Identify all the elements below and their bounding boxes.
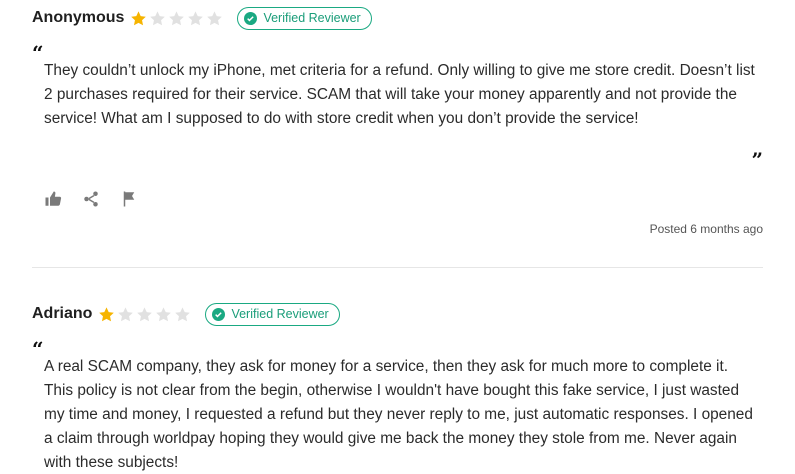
reviewer-name: Anonymous bbox=[32, 9, 125, 26]
star-empty-icon bbox=[188, 10, 204, 25]
review-divider bbox=[32, 267, 763, 268]
star-empty-icon bbox=[207, 10, 223, 25]
badge-label: Verified Reviewer bbox=[263, 11, 361, 25]
verified-reviewer-badge: Verified Reviewer bbox=[205, 302, 340, 326]
star-empty-icon bbox=[150, 10, 166, 25]
review-header: Anonymous Verified Reviewer bbox=[32, 0, 763, 36]
star-empty-icon bbox=[169, 10, 185, 25]
flag-icon[interactable] bbox=[120, 190, 138, 208]
star-empty-icon bbox=[156, 306, 172, 321]
badge-label: Verified Reviewer bbox=[231, 307, 329, 321]
star-rating bbox=[96, 306, 191, 323]
review-text: A real SCAM company, they ask for money … bbox=[44, 358, 753, 471]
verified-check-icon bbox=[244, 11, 258, 25]
star-rating bbox=[128, 10, 223, 27]
star-empty-icon bbox=[137, 306, 153, 321]
review-card: Adriano Verified Reviewer “ A real SCAM … bbox=[32, 296, 763, 471]
review-actions bbox=[44, 190, 158, 208]
star-filled-icon bbox=[131, 10, 147, 25]
review-header: Adriano Verified Reviewer bbox=[32, 296, 763, 332]
verified-reviewer-badge: Verified Reviewer bbox=[237, 6, 372, 30]
reviewer-name: Adriano bbox=[32, 305, 93, 322]
star-empty-icon bbox=[118, 306, 134, 321]
open-quote-icon: “ bbox=[32, 337, 44, 361]
thumbs-up-icon[interactable] bbox=[44, 190, 62, 208]
verified-check-icon bbox=[212, 307, 226, 321]
close-quote-icon: ” bbox=[751, 148, 763, 172]
review-card: Anonymous Verified Reviewer “ They could… bbox=[32, 0, 763, 236]
posted-time: Posted 6 months ago bbox=[649, 222, 763, 236]
star-empty-icon bbox=[175, 306, 191, 321]
open-quote-icon: “ bbox=[32, 41, 44, 65]
star-filled-icon bbox=[99, 306, 115, 321]
share-icon[interactable] bbox=[82, 190, 100, 208]
review-text: They couldn’t unlock my iPhone, met crit… bbox=[44, 62, 755, 127]
